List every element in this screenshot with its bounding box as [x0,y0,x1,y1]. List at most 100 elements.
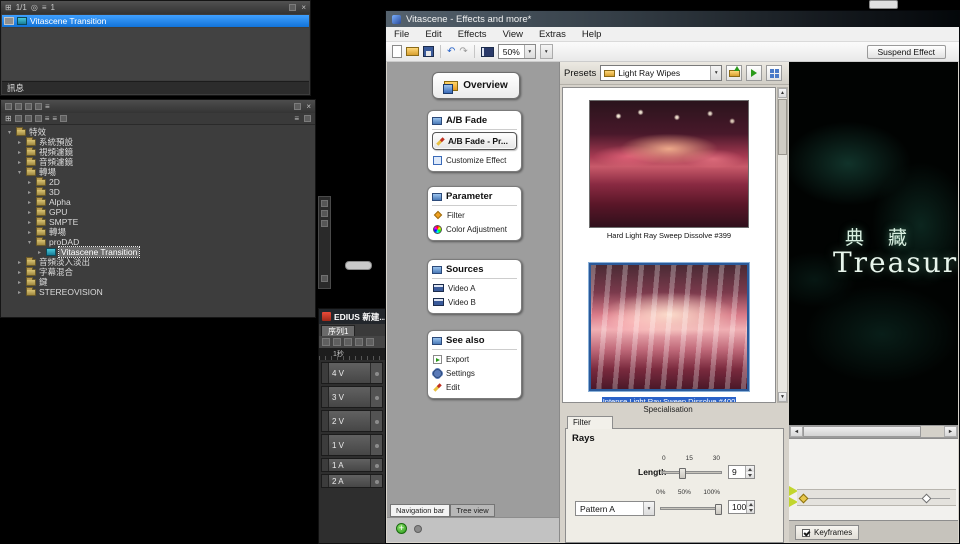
expand-arrow-icon[interactable]: ▸ [16,139,23,146]
expand-arrow-icon[interactable]: ▾ [26,239,33,246]
keyframes-toggle[interactable]: Keyframes [795,525,859,540]
panel-option-icon[interactable] [294,103,301,110]
redo-icon[interactable]: ↷ [459,47,467,57]
view-list-icon[interactable]: ≡ [52,115,57,123]
expand-arrow-icon[interactable]: ▸ [16,149,23,156]
tree-item[interactable]: ▸STEREOVISION [4,287,312,297]
scrollbar-thumb[interactable] [778,99,787,155]
expand-arrow-icon[interactable]: ▸ [36,249,43,256]
folder-up-button[interactable] [726,65,742,81]
expand-arrow-icon[interactable]: ▾ [16,169,23,176]
percent-spinner[interactable]: 100 [728,500,755,514]
track-expander[interactable] [322,435,329,455]
scroll-right-icon[interactable]: ► [944,426,957,437]
ab-fade-preset-button[interactable]: A/B Fade - Pr... [432,132,517,150]
length-slider[interactable] [662,471,722,474]
length-spinner[interactable]: 9 [728,465,755,479]
strip-icon[interactable] [321,200,328,207]
track-expander[interactable] [322,459,329,471]
view-icon[interactable] [304,115,311,122]
checkbox-checked-icon[interactable] [802,529,810,537]
strip-icon[interactable] [321,210,328,217]
menu-view[interactable]: View [495,29,531,40]
view-list-icon[interactable]: ≡ [45,115,50,123]
preview-scrollbar[interactable]: ◄ ► [789,425,958,438]
customize-effect-item[interactable]: Customize Effect [432,153,517,167]
preset-folder-select[interactable]: Light Ray Wipes ▾ [600,65,722,81]
track-header-1v[interactable]: 1 V [321,434,383,456]
scroll-up-icon[interactable]: ▲ [778,88,787,98]
tree-item[interactable]: ▸轉場 [4,227,312,237]
tree-item[interactable]: ▸GPU [4,207,312,217]
timeline-tool-icon[interactable] [355,338,363,346]
menu-help[interactable]: Help [574,29,610,40]
timeline-tool-icon[interactable] [344,338,352,346]
timeline-titlebar[interactable]: EDIUS 新建... [319,309,385,324]
track-expander[interactable] [322,387,329,407]
expand-arrow-icon[interactable]: ▸ [16,159,23,166]
expand-arrow-icon[interactable]: ▸ [26,199,33,206]
floating-handle[interactable] [345,261,372,270]
track-expander[interactable] [322,363,329,383]
tree-item[interactable]: ▾proDAD [4,237,312,247]
zoom-select[interactable]: 50% ▾ [498,44,536,59]
menu-effects[interactable]: Effects [450,29,495,40]
track-header-2v[interactable]: 2 V [321,410,383,432]
scrollbar-thumb[interactable] [803,426,921,437]
video-a-item[interactable]: Video A [432,281,517,295]
palette-selected-row[interactable]: Vitascene Transition [2,15,309,27]
scroll-down-icon[interactable]: ▼ [778,392,787,402]
spin-down-icon[interactable] [747,507,754,513]
view-icon[interactable] [60,115,67,122]
length-slider-thumb[interactable] [679,468,686,479]
tree-toolbar-icon[interactable] [15,103,22,110]
effect-preview[interactable]: 典 藏 Treasure [789,62,958,425]
export-item[interactable]: Export [432,352,517,366]
collapsed-panel-strip[interactable] [318,196,331,289]
folder-dropdown-icon[interactable]: ▾ [710,66,721,80]
remove-button[interactable] [414,525,422,533]
tree-item[interactable]: ▸2D [4,177,312,187]
track-header-2a[interactable]: 2 A [321,474,383,488]
spin-down-icon[interactable] [746,472,754,478]
overview-button[interactable]: Overview [432,72,520,99]
percent-slider[interactable] [660,507,722,510]
keyframe-track[interactable] [797,489,956,506]
strip-icon[interactable] [321,220,328,227]
view-icon[interactable] [15,115,22,122]
menu-file[interactable]: File [386,29,417,40]
tree-item[interactable]: ▸Alpha [4,197,312,207]
tree-item[interactable]: ▸3D [4,187,312,197]
list-icon[interactable]: ≡ [42,4,47,12]
track-button[interactable] [370,387,382,407]
new-document-icon[interactable] [392,45,402,58]
expand-arrow-icon[interactable]: ▾ [6,129,13,136]
sort-icon[interactable]: ≡ [294,115,299,123]
palette-close-icon[interactable]: × [301,4,306,12]
panel-option-icon[interactable] [289,4,296,11]
view-grid-icon[interactable]: ⊞ [5,115,12,123]
tree-menu-icon[interactable]: ≡ [45,103,50,111]
menu-edit[interactable]: Edit [417,29,449,40]
settings-item[interactable]: Settings [432,366,517,380]
preset-thumbnail-selected[interactable] [589,263,749,391]
keyframe-timeline[interactable] [789,438,958,520]
track-button[interactable] [370,475,382,487]
timeline-ruler[interactable]: 1秒 [319,348,385,360]
suspend-effect-button[interactable]: Suspend Effect [867,45,947,59]
tree-toolbar-icon[interactable] [35,103,42,110]
keyframe-diamond-end[interactable] [922,494,932,504]
tree-toolbar-icon[interactable] [25,103,32,110]
palette-list-area[interactable] [2,28,309,80]
view-icon[interactable] [35,115,42,122]
color-adjustment-item[interactable]: Color Adjustment [432,222,517,236]
dock-grid-icon[interactable]: ⊞ [5,4,12,12]
preset-item[interactable]: Hard Light Ray Sweep Dissolve #399 [589,100,749,240]
preset-list-scrollbar[interactable]: ▲ ▼ [777,87,788,403]
pattern-select[interactable]: Pattern A ▾ [575,501,655,516]
timeline-tool-icon[interactable] [366,338,374,346]
menu-extras[interactable]: Extras [531,29,574,40]
track-button[interactable] [370,363,382,383]
expand-arrow-icon[interactable]: ▸ [26,179,33,186]
keyframe-diamond-start[interactable] [799,494,809,504]
